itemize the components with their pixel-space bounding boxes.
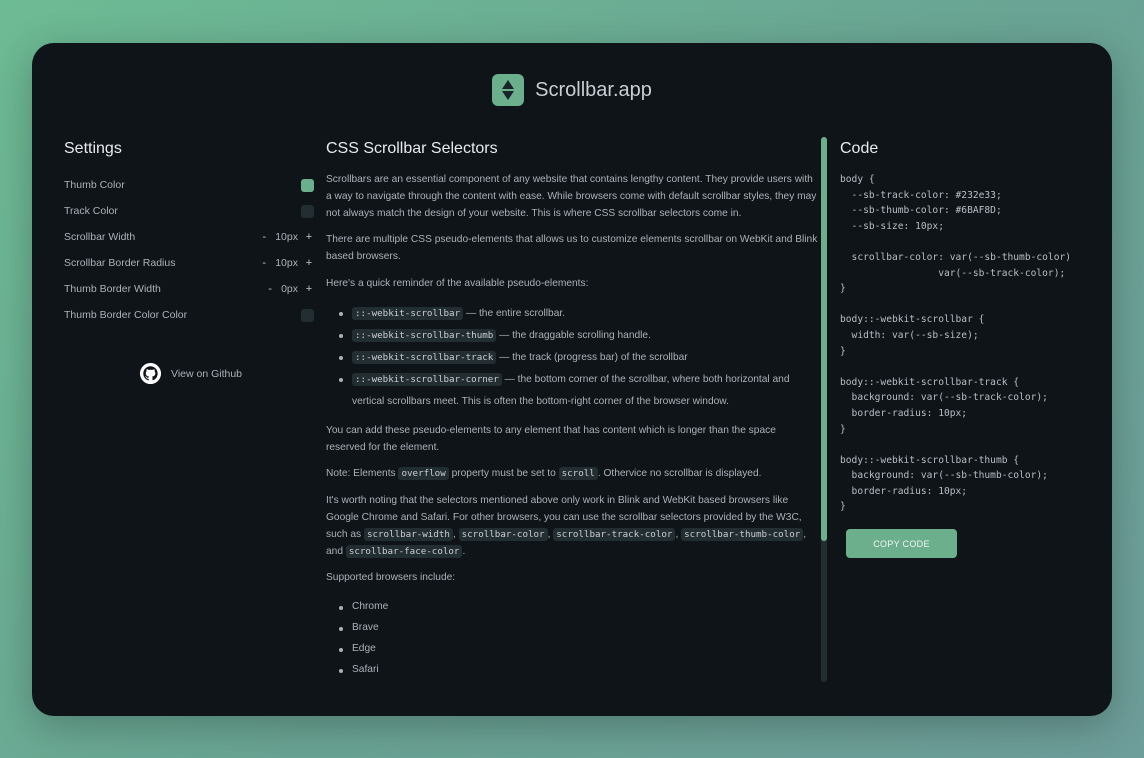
article-paragraph: Scrollbars are an essential component of… — [326, 174, 817, 219]
scrollbar-width-value: 10px — [275, 231, 298, 243]
brand: Scrollbar.app — [32, 74, 1112, 106]
copy-code-button[interactable]: COPY CODE — [846, 529, 957, 559]
article-paragraph: There are multiple CSS pseudo-elements t… — [326, 234, 818, 263]
border-radius-value: 10px — [275, 257, 298, 269]
separator: , — [452, 528, 459, 540]
list-item: ::-webkit-scrollbar-thumb — the draggabl… — [326, 325, 818, 347]
inline-code: ::-webkit-scrollbar-corner — [352, 372, 502, 386]
thumb-border-width-value: 0px — [281, 283, 298, 295]
thumb-border-width-stepper: - 0px + — [265, 283, 314, 295]
scrollbar-width-label: Scrollbar Width — [64, 231, 136, 243]
track-color-swatch[interactable] — [301, 204, 314, 218]
inline-code: overflow — [398, 467, 449, 481]
separator: . — [462, 545, 466, 557]
decrement-button[interactable]: - — [265, 283, 275, 295]
github-link[interactable]: View on Github — [140, 363, 314, 384]
inline-code: ::-webkit-scrollbar-thumb — [352, 328, 497, 342]
inline-code: ::-webkit-scrollbar-track — [352, 350, 497, 364]
article-paragraph: Here's a quick reminder of the available… — [326, 277, 589, 289]
list-item-text: — the track (progress bar) of the scroll… — [496, 351, 688, 363]
increment-button[interactable]: + — [304, 231, 314, 243]
browsers-list: Chrome Brave Edge Safari — [326, 597, 818, 680]
article-title: CSS Scrollbar Selectors — [326, 140, 498, 157]
scrollbar-track[interactable] — [821, 137, 827, 682]
scrollbar-thumb[interactable] — [821, 137, 827, 541]
inline-code: ::-webkit-scrollbar — [352, 306, 464, 320]
list-item-text: — the entire scrollbar. — [463, 307, 566, 319]
github-icon — [140, 363, 161, 384]
app-card: Scrollbar.app Settings Thumb Color Track… — [32, 43, 1112, 716]
list-item: Safari — [326, 660, 818, 681]
code-snippet: body { --sb-track-color: #232e33; --sb-t… — [840, 174, 1072, 513]
setting-border-radius: Scrollbar Border Radius - 10px + — [64, 250, 314, 276]
inline-code: scrollbar-thumb-color — [681, 527, 804, 541]
article-note: Note: Elements overflow property must be… — [326, 466, 818, 483]
list-item-text: — the draggable scrolling handle. — [496, 329, 651, 341]
note-text: Note: Elements — [326, 468, 399, 480]
pseudo-elements-list: ::-webkit-scrollbar — the entire scrollb… — [326, 303, 818, 413]
thumb-color-label: Thumb Color — [64, 179, 125, 191]
note-text: property must be set to — [448, 468, 559, 480]
list-item: Edge — [326, 639, 818, 660]
scrollbar-logo-icon — [492, 74, 525, 106]
border-radius-label: Scrollbar Border Radius — [64, 257, 176, 269]
inline-code: scroll — [558, 467, 598, 481]
inline-code: scrollbar-color — [458, 527, 548, 541]
inline-code: scrollbar-track-color — [553, 527, 676, 541]
track-color-label: Track Color — [64, 205, 118, 217]
setting-track-color: Track Color — [64, 198, 314, 224]
settings-title: Settings — [64, 140, 122, 157]
code-panel: Code body { --sb-track-color: #232e33; -… — [840, 140, 1100, 559]
list-item: Brave — [326, 618, 818, 639]
article-paragraph: You can add these pseudo-elements to any… — [326, 424, 776, 453]
list-item: ::-webkit-scrollbar-track — the track (p… — [326, 347, 818, 369]
setting-thumb-border-width: Thumb Border Width - 0px + — [64, 276, 314, 302]
github-label: View on Github — [171, 367, 243, 380]
note-text: . Othervice no scrollbar is displayed. — [597, 468, 762, 480]
brand-name: Scrollbar.app — [535, 78, 652, 101]
article-paragraph: It's worth noting that the selectors men… — [326, 493, 818, 560]
inline-code: scrollbar-width — [363, 527, 453, 541]
decrement-button[interactable]: - — [259, 257, 269, 269]
setting-thumb-border-color: Thumb Border Color Color — [64, 302, 314, 328]
article-paragraph: Supported browsers include: — [326, 572, 456, 584]
thumb-border-color-label: Thumb Border Color Color — [64, 309, 188, 321]
list-item: ::-webkit-scrollbar-corner — the bottom … — [326, 369, 818, 413]
thumb-color-swatch[interactable] — [301, 178, 314, 192]
code-title: Code — [840, 140, 879, 157]
increment-button[interactable]: + — [304, 283, 314, 295]
inline-code: scrollbar-face-color — [345, 544, 463, 558]
article-scroll-area[interactable]: CSS Scrollbar Selectors Scrollbars are a… — [326, 137, 828, 682]
list-item: ::-webkit-scrollbar — the entire scrollb… — [326, 303, 818, 325]
border-radius-stepper: - 10px + — [259, 257, 314, 269]
list-item: Chrome — [326, 597, 818, 618]
settings-panel: Settings Thumb Color Track Color Scrollb… — [64, 140, 314, 384]
thumb-border-width-label: Thumb Border Width — [64, 283, 161, 295]
article: CSS Scrollbar Selectors Scrollbars are a… — [326, 137, 828, 680]
thumb-border-color-swatch[interactable] — [301, 308, 314, 322]
scrollbar-width-stepper: - 10px + — [259, 231, 314, 243]
decrement-button[interactable]: - — [259, 231, 269, 243]
setting-scrollbar-width: Scrollbar Width - 10px + — [64, 224, 314, 250]
increment-button[interactable]: + — [304, 257, 314, 269]
setting-thumb-color: Thumb Color — [64, 172, 314, 198]
